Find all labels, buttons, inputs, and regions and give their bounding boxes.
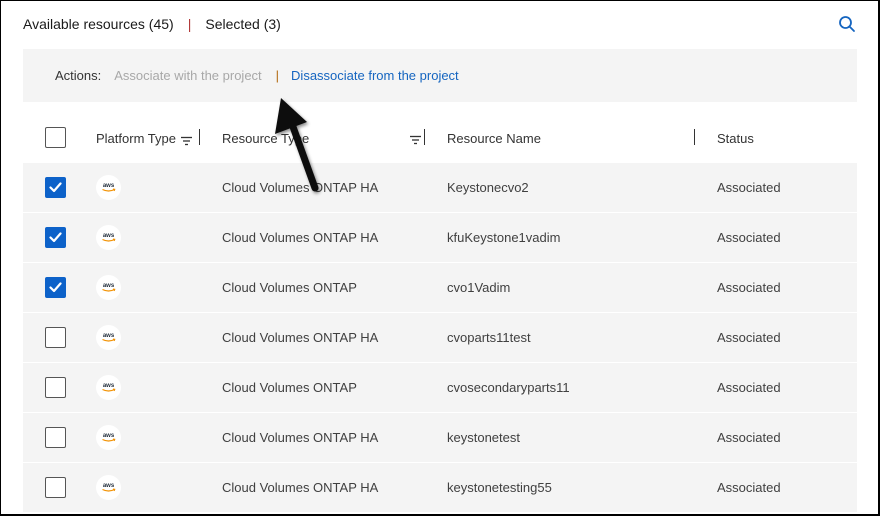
row-checkbox[interactable] (45, 327, 66, 348)
resource-type-cell: Cloud Volumes ONTAP (222, 280, 357, 295)
table-row[interactable]: aws Cloud Volumes ONTAP cvosecondarypart… (23, 363, 857, 413)
status-cell: Associated (717, 180, 781, 195)
aws-logo-icon: aws (96, 375, 121, 400)
row-checkbox[interactable] (45, 227, 66, 248)
table-body: aws Cloud Volumes ONTAP HA Keystonecvo2 … (23, 163, 857, 513)
platform-type-label: Platform Type (96, 131, 176, 146)
row-checkbox[interactable] (45, 177, 66, 198)
select-all-checkbox[interactable] (45, 127, 66, 148)
resources-table: Platform Type Resource Type Resource Nam… (23, 113, 857, 513)
svg-text:aws: aws (103, 183, 115, 189)
resource-name-cell: cvosecondaryparts11 (447, 380, 570, 395)
svg-text:aws: aws (103, 383, 115, 389)
resource-name-cell: keystonetest (447, 430, 520, 445)
resource-name-label: Resource Name (447, 131, 541, 146)
svg-text:aws: aws (103, 333, 115, 339)
actions-separator: | (275, 68, 280, 83)
column-header-status[interactable]: Status (717, 131, 754, 146)
column-header-platform-type[interactable]: Platform Type (96, 131, 192, 146)
column-resize-handle[interactable] (694, 129, 695, 145)
disassociate-from-project-button[interactable]: Disassociate from the project (291, 68, 459, 83)
table-row[interactable]: aws Cloud Volumes ONTAP cvo1Vadim Associ… (23, 263, 857, 313)
table-row[interactable]: aws Cloud Volumes ONTAP HA keystonetest … (23, 413, 857, 463)
svg-text:aws: aws (103, 233, 115, 239)
row-checkbox[interactable] (45, 477, 66, 498)
svg-text:aws: aws (103, 283, 115, 289)
table-row[interactable]: aws Cloud Volumes ONTAP HA keystonetesti… (23, 463, 857, 513)
resource-type-cell: Cloud Volumes ONTAP HA (222, 330, 379, 345)
resource-type-label: Resource Type (222, 131, 310, 146)
resource-name-cell: Keystonecvo2 (447, 180, 529, 195)
svg-text:aws: aws (103, 433, 115, 439)
filter-icon[interactable] (180, 134, 192, 145)
aws-logo-icon: aws (96, 275, 121, 300)
column-resize-handle[interactable] (199, 129, 200, 145)
status-label: Status (717, 131, 754, 146)
actions-label: Actions: (55, 68, 102, 83)
status-cell: Associated (717, 230, 781, 245)
resource-name-cell: cvo1Vadim (447, 280, 511, 295)
associate-with-project-button[interactable]: Associate with the project (114, 68, 261, 83)
resource-tabs: Available resources (45) | Selected (3) (23, 16, 281, 32)
resource-name-cell: keystonetesting55 (447, 480, 552, 495)
status-cell: Associated (717, 480, 781, 495)
row-checkbox[interactable] (45, 277, 66, 298)
filter-icon[interactable] (410, 133, 421, 145)
resource-name-cell: cvoparts11test (447, 330, 531, 345)
column-resize-handle[interactable] (424, 129, 425, 145)
status-cell: Associated (717, 430, 781, 445)
row-checkbox[interactable] (45, 427, 66, 448)
actions-bar: Actions: Associate with the project | Di… (23, 49, 857, 102)
tab-separator: | (187, 16, 192, 32)
resource-type-cell: Cloud Volumes ONTAP HA (222, 230, 379, 245)
column-header-resource-name[interactable]: Resource Name (447, 131, 541, 146)
table-row[interactable]: aws Cloud Volumes ONTAP HA cvoparts11tes… (23, 313, 857, 363)
aws-logo-icon: aws (96, 425, 121, 450)
resource-type-cell: Cloud Volumes ONTAP HA (222, 180, 379, 195)
svg-text:aws: aws (103, 483, 115, 489)
status-cell: Associated (717, 280, 781, 295)
column-header-resource-type[interactable]: Resource Type (222, 131, 309, 146)
resource-type-cell: Cloud Volumes ONTAP (222, 380, 357, 395)
aws-logo-icon: aws (96, 225, 121, 250)
status-cell: Associated (717, 330, 781, 345)
row-checkbox[interactable] (45, 377, 66, 398)
resources-panel: Available resources (45) | Selected (3) … (0, 0, 880, 516)
table-row[interactable]: aws Cloud Volumes ONTAP HA Keystonecvo2 … (23, 163, 857, 213)
status-cell: Associated (717, 380, 781, 395)
aws-logo-icon: aws (96, 175, 121, 200)
aws-logo-icon: aws (96, 475, 121, 500)
aws-logo-icon: aws (96, 325, 121, 350)
resource-name-cell: kfuKeystone1vadim (447, 230, 561, 245)
table-header: Platform Type Resource Type Resource Nam… (23, 113, 857, 163)
search-icon[interactable] (838, 15, 856, 33)
table-row[interactable]: aws Cloud Volumes ONTAP HA kfuKeystone1v… (23, 213, 857, 263)
tab-selected[interactable]: Selected (3) (205, 16, 280, 32)
resource-type-cell: Cloud Volumes ONTAP HA (222, 480, 379, 495)
resource-type-cell: Cloud Volumes ONTAP HA (222, 430, 379, 445)
tab-available-resources[interactable]: Available resources (45) (23, 16, 174, 32)
